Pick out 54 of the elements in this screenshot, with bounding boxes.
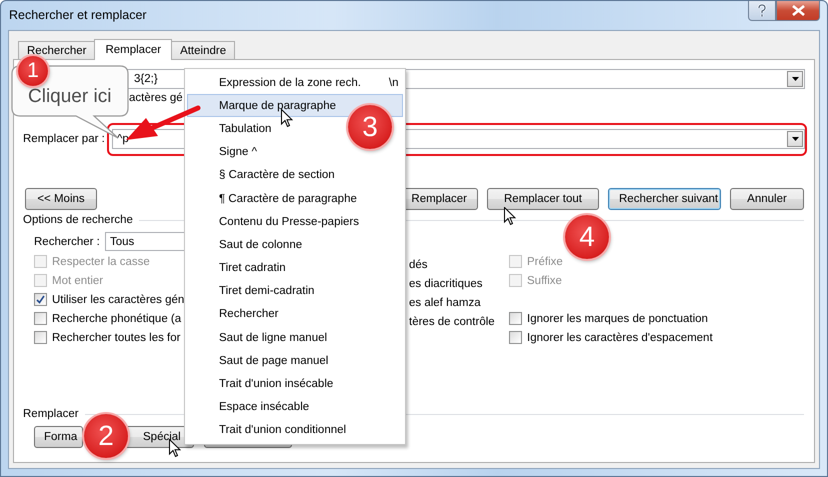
group-title: Remplacer: [23, 408, 79, 420]
tab[interactable]: Rechercher: [18, 41, 96, 59]
menu-item[interactable]: Rechercher: [187, 302, 294, 326]
help-button[interactable]: [748, 1, 776, 21]
less-button[interactable]: << Moins: [25, 188, 97, 210]
checkbox-label: Suffixe: [527, 274, 562, 286]
checkbox-label: Ignorer les marques de ponctuation: [527, 312, 708, 324]
checkbox[interactable]: [509, 312, 522, 325]
tab[interactable]: Atteindre: [171, 41, 236, 59]
menu-item[interactable]: Tiret demi-cadratin: [187, 280, 330, 303]
checkbox[interactable]: [34, 312, 47, 325]
checkbox[interactable]: [34, 331, 47, 344]
dialog-button[interactable]: Remplacer tout: [487, 188, 599, 210]
format-button[interactable]: Forma: [34, 426, 83, 448]
menu-item[interactable]: Espace insécable: [187, 396, 324, 419]
checkbox-label: es diacritiques: [409, 278, 483, 290]
checkbox-label: tères de contrôle: [409, 316, 495, 328]
cursor-icon: [504, 207, 516, 226]
help-icon: [757, 4, 767, 17]
menu-item[interactable]: Saut de page manuel: [187, 349, 344, 372]
checkbox-label: Ignorer les caractères d'espacement: [527, 332, 713, 344]
checkbox-label: Recherche phonétique (a: [52, 312, 182, 324]
dropdown-button[interactable]: [787, 131, 803, 147]
checkbox-label: dés: [409, 258, 428, 270]
tab[interactable]: Remplacer: [94, 39, 172, 60]
options-text: actères gé: [129, 92, 183, 104]
menu-item[interactable]: § Caractère de section: [187, 164, 350, 187]
dropdown-button[interactable]: [787, 71, 803, 87]
checkbox-label: es alef hamza: [409, 296, 481, 308]
step-badge: 1: [18, 56, 48, 86]
menu-item[interactable]: Saut de ligne manuel: [187, 326, 342, 350]
close-icon: [792, 5, 804, 16]
field-label: Rechercher :: [34, 236, 101, 248]
menu-item[interactable]: Tiret cadratin: [187, 256, 301, 280]
menu-item[interactable]: Trait d'union insécable: [187, 372, 348, 396]
callout-text: Cliquer ici: [28, 86, 112, 108]
menu-item[interactable]: Contenu du Presse-papiers: [187, 210, 374, 234]
window-title: Rechercher et remplacer: [9, 8, 147, 22]
field-label: Remplacer par :: [23, 133, 106, 145]
caret-icon: [792, 137, 798, 141]
checkbox-label: Rechercher toutes les for: [52, 332, 180, 344]
checkbox-label: Utiliser les caractères gén: [52, 294, 184, 306]
menu-item[interactable]: Marque de paragraphe: [187, 94, 403, 118]
checkbox-label: Mot entier: [52, 274, 104, 286]
checkbox-label: Préfixe: [527, 256, 563, 268]
checkbox[interactable]: [34, 293, 47, 306]
menu-item[interactable]: ¶ Caractère de paragraphe: [187, 186, 372, 210]
checkbox-label: Respecter la casse: [52, 256, 150, 268]
dialog-button[interactable]: Rechercher suivant: [608, 188, 721, 210]
caret-icon: [792, 77, 798, 81]
checkbox[interactable]: [509, 331, 522, 344]
group-title: Options de recherche: [23, 214, 133, 226]
dialog-button[interactable]: Annuler: [730, 188, 804, 210]
close-button[interactable]: [776, 1, 820, 21]
